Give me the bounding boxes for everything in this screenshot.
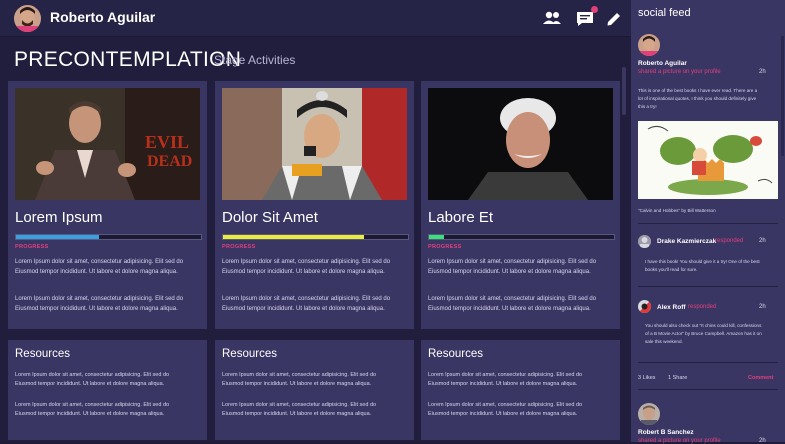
post-author-name[interactable]: Roberto Aguilar xyxy=(638,60,687,67)
resources-text: Lorem Ipsum dolor sit amet, consectetur … xyxy=(428,402,583,417)
feed-title: social feed xyxy=(638,7,691,19)
progress-label: PROGRESS xyxy=(222,244,256,250)
resources-text: Lorem Ipsum dolor sit amet, consectetur … xyxy=(428,372,583,387)
divider xyxy=(638,286,778,287)
social-feed-panel: social feed Roberto Aguilar shared a pic… xyxy=(631,0,785,444)
post-action: shared a picture on your profile xyxy=(638,69,721,75)
post-time: 2h xyxy=(759,438,766,444)
progress-fill xyxy=(223,235,364,239)
progress-bar xyxy=(15,234,202,240)
divider xyxy=(638,389,778,390)
progress-fill xyxy=(16,235,100,239)
comment-time: 2h xyxy=(759,304,766,310)
post-author-name[interactable]: Robert B Sanchez xyxy=(638,429,694,436)
feed-scrollbar[interactable] xyxy=(781,36,784,156)
post-author-avatar[interactable] xyxy=(638,34,660,56)
resources-text: Lorem Ipsum dolor sit amet, consectetur … xyxy=(15,402,170,417)
svg-text:DEAD: DEAD xyxy=(147,153,192,170)
activity-card[interactable]: Labore Et PROGRESS Lorem Ipsum dolor sit… xyxy=(421,81,620,329)
user-name[interactable]: Roberto Aguilar xyxy=(50,9,155,25)
post-image[interactable] xyxy=(638,121,778,199)
card-title: Dolor Sit Amet xyxy=(222,209,318,226)
resources-text: Lorem Ipsum dolor sit amet, consectetur … xyxy=(222,372,377,387)
page-subtitle: Stage Activities xyxy=(214,53,296,67)
page-title: PRECONTEMPLATION xyxy=(14,48,242,71)
comment-action: responded xyxy=(688,304,717,310)
user-avatar[interactable] xyxy=(14,5,41,32)
divider xyxy=(638,362,778,363)
activity-card[interactable]: Dolor Sit Amet PROGRESS Lorem Ipsum dolo… xyxy=(215,81,414,329)
shares-count[interactable]: 1 Share xyxy=(668,375,687,381)
likes-count[interactable]: 3 Likes xyxy=(638,375,655,381)
comment-action: responded xyxy=(715,238,744,244)
progress-fill xyxy=(429,235,444,239)
progress-bar xyxy=(428,234,615,240)
post-image-caption: "Calvin and Hobbes" by Bill Watterson xyxy=(638,208,716,213)
comment-text: You should also check out "It chins coul… xyxy=(645,323,762,344)
resources-text: Lorem Ipsum dolor sit amet, consectetur … xyxy=(15,372,170,387)
progress-bar xyxy=(222,234,409,240)
people-icon[interactable] xyxy=(542,9,562,27)
card-text: Lorem Ipsum dolor sit amet, consectetur … xyxy=(428,259,597,275)
card-text: Lorem Ipsum dolor sit amet, consectetur … xyxy=(15,259,184,275)
progress-label: PROGRESS xyxy=(15,244,49,250)
resources-panel[interactable]: Resources Lorem Ipsum dolor sit amet, co… xyxy=(8,340,207,440)
card-text: Lorem Ipsum dolor sit amet, consectetur … xyxy=(222,259,391,275)
resources-panel[interactable]: Resources Lorem Ipsum dolor sit amet, co… xyxy=(215,340,414,440)
activity-card[interactable]: EVIL DEAD Lorem Ipsum PROGRESS Lorem Ips… xyxy=(8,81,207,329)
post-action: shared a picture on your profile xyxy=(638,438,721,444)
resources-title: Resources xyxy=(222,348,277,360)
card-title: Labore Et xyxy=(428,209,494,226)
chat-icon[interactable] xyxy=(575,10,595,28)
comment-avatar[interactable] xyxy=(638,235,651,248)
post-author-avatar[interactable] xyxy=(638,403,660,425)
comment-time: 2h xyxy=(759,238,766,244)
card-photo xyxy=(428,88,613,200)
svg-text:EVIL: EVIL xyxy=(145,132,189,152)
main-content: PRECONTEMPLATION Stage Activities EVIL D… xyxy=(0,37,631,442)
card-text: Lorem Ipsum dolor sit amet, consectetur … xyxy=(428,296,597,312)
comment-button[interactable]: Comment xyxy=(748,375,773,381)
card-title: Lorem Ipsum xyxy=(15,209,103,226)
card-photo xyxy=(222,88,407,200)
comment-author-name[interactable]: Drake Kazmierczak xyxy=(657,238,716,245)
card-text: Lorem Ipsum dolor sit amet, consectetur … xyxy=(222,296,391,312)
scrollbar[interactable] xyxy=(622,67,626,115)
top-bar: Roberto Aguilar xyxy=(0,0,631,37)
notification-badge xyxy=(591,6,598,13)
comment-text: I have this book! You should give it a t… xyxy=(645,259,760,272)
card-photo: EVIL DEAD xyxy=(15,88,200,200)
pencil-icon[interactable] xyxy=(604,9,624,27)
resources-title: Resources xyxy=(428,348,483,360)
card-text: Lorem Ipsum dolor sit amet, consectetur … xyxy=(15,296,184,312)
comment-author-name[interactable]: Alex Roff xyxy=(657,304,686,311)
comment-avatar[interactable] xyxy=(638,300,651,313)
resources-title: Resources xyxy=(15,348,70,360)
resources-panel[interactable]: Resources Lorem Ipsum dolor sit amet, co… xyxy=(421,340,620,440)
post-text: This is one of the best books I have eve… xyxy=(638,88,758,109)
divider xyxy=(638,223,778,224)
post-time: 2h xyxy=(759,69,766,75)
resources-text: Lorem Ipsum dolor sit amet, consectetur … xyxy=(222,402,377,417)
progress-label: PROGRESS xyxy=(428,244,462,250)
